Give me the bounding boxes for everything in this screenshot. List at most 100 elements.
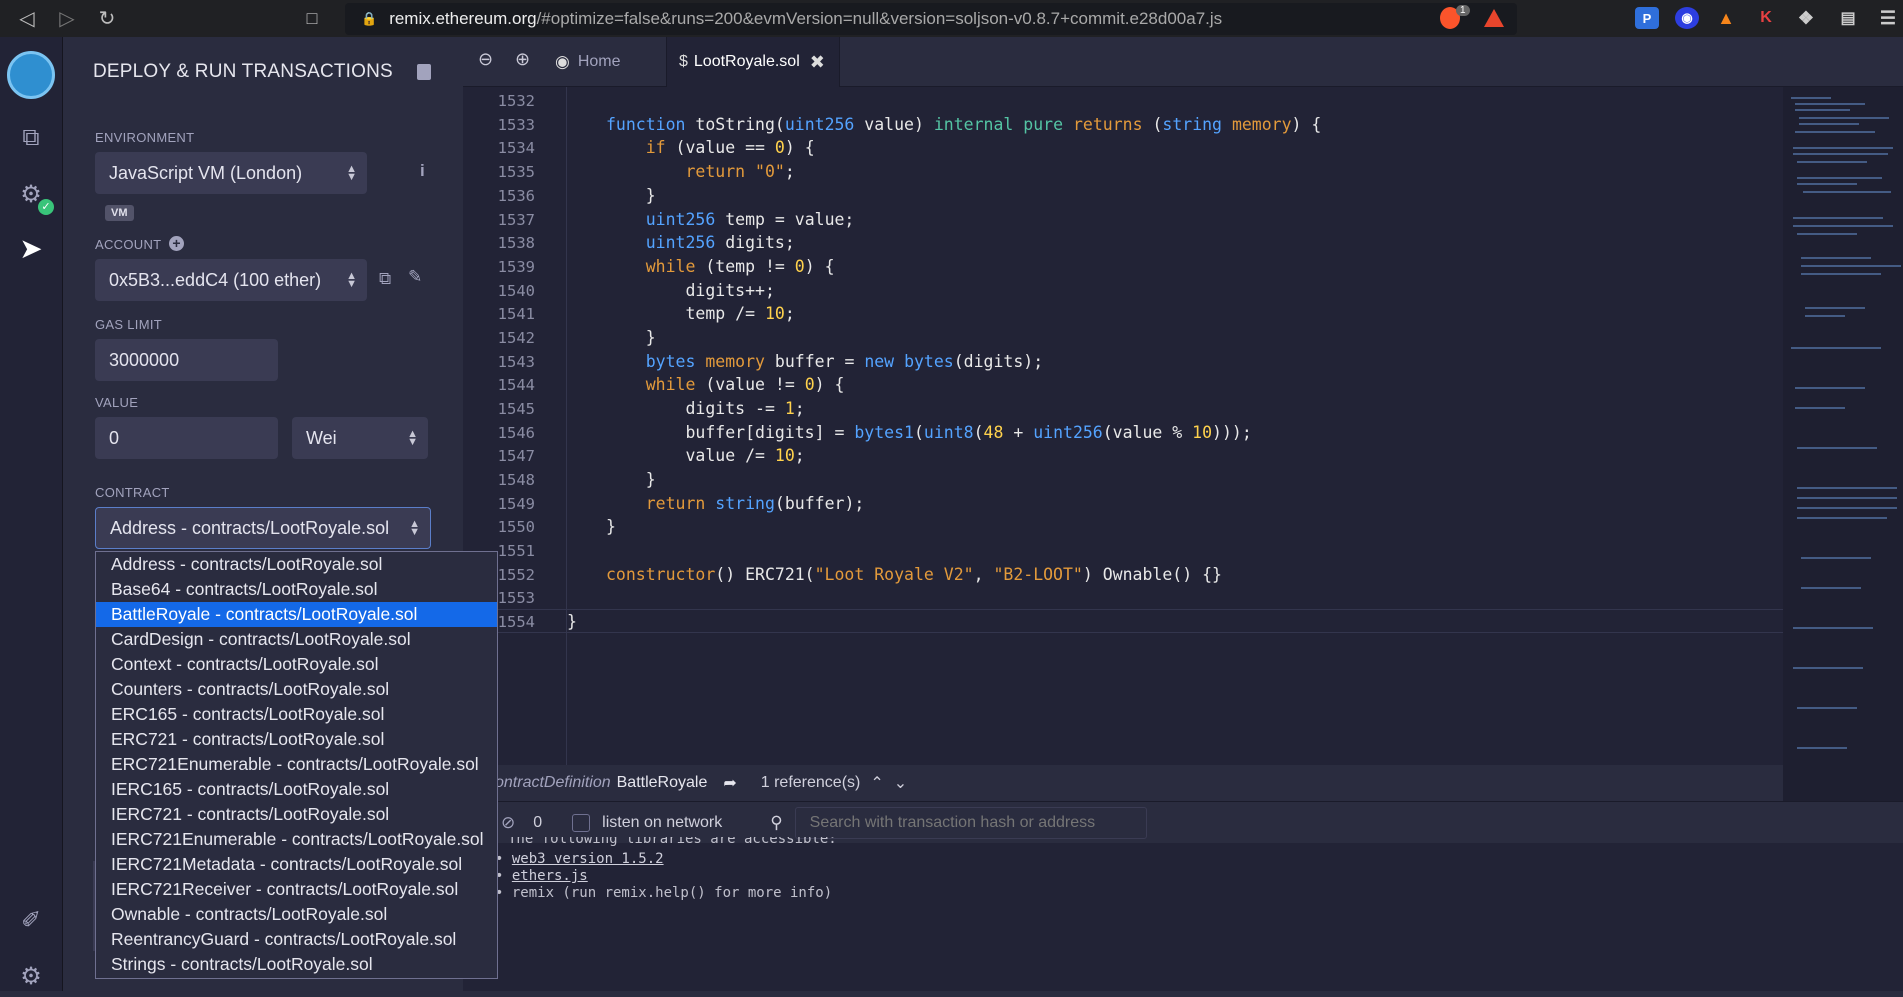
account-select[interactable]: 0x5B3...eddC4 (100 ether) ▲ ▼ [95, 259, 367, 301]
close-tab-icon[interactable]: ✖ [810, 52, 825, 73]
contract-option[interactable]: Counters - contracts/LootRoyale.sol [96, 677, 497, 702]
forward-icon[interactable]: ▷ [52, 0, 82, 37]
info-icon[interactable]: i [420, 161, 425, 181]
contract-option[interactable]: IERC721Metadata - contracts/LootRoyale.s… [96, 852, 497, 877]
url-path: /#optimize=false&runs=200&evmVersion=nul… [536, 9, 1223, 28]
line-number: 1549 [497, 495, 535, 513]
plugin-manager-icon[interactable]: ✐ [10, 899, 52, 941]
transaction-search-input[interactable] [794, 806, 1147, 839]
extension-p-icon[interactable]: P [1635, 7, 1659, 29]
menu-icon[interactable]: ☰ [1876, 7, 1900, 29]
copy-icon[interactable]: ⧉ [379, 269, 391, 289]
contract-option[interactable]: Ownable - contracts/LootRoyale.sol [96, 902, 497, 927]
value-unit-select[interactable]: Wei ▲ ▼ [292, 417, 428, 459]
contract-option[interactable]: IERC165 - contracts/LootRoyale.sol [96, 777, 497, 802]
terminal-output: The following libraries are accessible: … [463, 837, 1903, 991]
environment-value: JavaScript VM (London) [109, 162, 303, 183]
brave-rewards-icon[interactable] [1484, 9, 1504, 27]
code-editor[interactable]: 1532 1533 1534 1535 1536 1537 1538 1539 … [463, 87, 1783, 767]
contract-option[interactable]: Strings - contracts/LootRoyale.sol [96, 952, 497, 977]
gas-limit-input[interactable]: 3000000 [95, 339, 278, 381]
add-account-icon[interactable]: + [169, 236, 184, 251]
listen-on-network-checkbox[interactable] [572, 813, 591, 832]
contract-option[interactable]: CardDesign - contracts/LootRoyale.sol [96, 627, 497, 652]
panel-title: DEPLOY & RUN TRANSACTIONS [93, 61, 393, 82]
listen-on-network-label: listen on network [602, 813, 723, 831]
zoom-out-icon[interactable]: ⊖ [478, 49, 493, 70]
code-line: digits++; [606, 281, 775, 300]
go-to-definition-icon[interactable]: ➦ [723, 773, 736, 793]
definition-name: BattleRoyale [616, 774, 708, 791]
code-line: uint256 digits; [645, 233, 795, 252]
puzzle-icon[interactable]: ❖ [1794, 7, 1818, 29]
compile-success-icon: ✓ [38, 199, 54, 215]
contract-option[interactable]: ERC165 - contracts/LootRoyale.sol [96, 702, 497, 727]
back-icon[interactable]: ◁ [12, 0, 42, 37]
solidity-file-icon: $ [679, 53, 688, 70]
contract-option[interactable]: Base64 - contracts/LootRoyale.sol [96, 577, 497, 602]
line-number: 1538 [497, 234, 535, 252]
terminal-intro-text: The following libraries are accessible: [508, 837, 837, 847]
contract-option[interactable]: BattleRoyale - contracts/LootRoyale.sol [96, 602, 497, 627]
vm-badge: VM [105, 205, 134, 221]
line-number: 1534 [497, 139, 535, 157]
contract-option[interactable]: IERC721Receiver - contracts/LootRoyale.s… [96, 877, 497, 902]
minimap-preview [1791, 97, 1901, 749]
contract-option[interactable]: Address - contracts/LootRoyale.sol [96, 552, 497, 577]
contract-option[interactable]: ReentrancyGuard - contracts/LootRoyale.s… [96, 927, 497, 952]
zoom-in-icon[interactable]: ⊕ [515, 49, 530, 70]
extension-globe-icon[interactable]: ◉ [1675, 7, 1699, 29]
value-input[interactable]: 0 [95, 417, 278, 459]
contract-option[interactable]: IERC721Enumerable - contracts/LootRoyale… [96, 827, 497, 852]
line-number: 1541 [497, 305, 535, 323]
bookmark-icon[interactable]: □ [297, 0, 327, 37]
reload-icon[interactable]: ↻ [92, 0, 122, 37]
tab-home[interactable]: ◉ Home [555, 44, 665, 80]
line-number: 1540 [497, 282, 535, 300]
gutter-divider [566, 87, 567, 767]
ethers-link[interactable]: ethers.js [512, 868, 588, 884]
line-number: 1537 [497, 211, 535, 229]
brave-badge: 1 [1456, 5, 1470, 16]
terminal-intro: The following libraries are accessible: [508, 837, 837, 849]
tab-file-label: LootRoyale.sol [693, 53, 800, 70]
browser-toolbar: ◁ ▷ ↻ □ 🔒 remix.ethereum.org/#optimize=f… [0, 0, 1903, 37]
environment-select[interactable]: JavaScript VM (London) ▲ ▼ [95, 152, 367, 194]
code-line: } [606, 186, 656, 205]
contract-option[interactable]: Context - contracts/LootRoyale.sol [96, 652, 497, 677]
code-line: uint256 temp = value; [645, 210, 855, 229]
value-unit: Wei [306, 427, 337, 448]
contract-select[interactable]: Address - contracts/LootRoyale.sol ▲ ▼ [95, 507, 431, 549]
contract-dropdown-list[interactable]: Address - contracts/LootRoyale.sol Base64… [95, 551, 498, 979]
tab-lootroyale[interactable]: $ LootRoyale.sol ✖ [666, 37, 840, 87]
line-number: 1543 [497, 353, 535, 371]
contract-option[interactable]: IERC721 - contracts/LootRoyale.sol [96, 802, 497, 827]
web3-link[interactable]: web3 version 1.5.2 [512, 851, 664, 867]
wallet-icon[interactable]: ▤ [1836, 7, 1860, 29]
terminal-line: • ethers.js [495, 868, 588, 884]
references-count: 1 reference(s) [760, 774, 861, 791]
code-line: value /= 10; [606, 446, 805, 465]
metamask-icon[interactable]: ▲ [1714, 7, 1738, 29]
line-number: 1544 [497, 376, 535, 394]
previous-reference-icon[interactable]: ⌃ [870, 773, 883, 793]
code-line: while (temp != 0) { [645, 257, 835, 276]
reference-bar: ontractDefinition BattleRoyale ➦ 1 refer… [463, 765, 1783, 801]
file-explorer-icon[interactable]: ⧉ [10, 117, 52, 159]
deploy-run-icon[interactable]: ➤ [10, 227, 52, 269]
contract-option[interactable]: ERC721 - contracts/LootRoyale.sol [96, 727, 497, 752]
clear-console-icon[interactable]: ⊘ [501, 813, 515, 833]
contract-option[interactable]: ERC721Enumerable - contracts/LootRoyale.… [96, 752, 497, 777]
url-domain: remix.ethereum.org [389, 9, 537, 28]
code-minimap[interactable] [1783, 87, 1903, 802]
line-number: 1539 [497, 258, 535, 276]
next-reference-icon[interactable]: ⌄ [894, 773, 907, 793]
remix-logo-icon[interactable] [7, 51, 55, 99]
line-number: 1545 [497, 400, 535, 418]
docs-icon[interactable] [417, 64, 431, 80]
extension-k-icon[interactable]: K [1754, 7, 1778, 29]
edit-icon[interactable]: ✎ [408, 267, 422, 287]
code-line: while (value != 0) { [645, 375, 845, 394]
address-bar[interactable]: 🔒 remix.ethereum.org/#optimize=false&run… [345, 3, 1517, 35]
code-line: } [606, 470, 656, 489]
